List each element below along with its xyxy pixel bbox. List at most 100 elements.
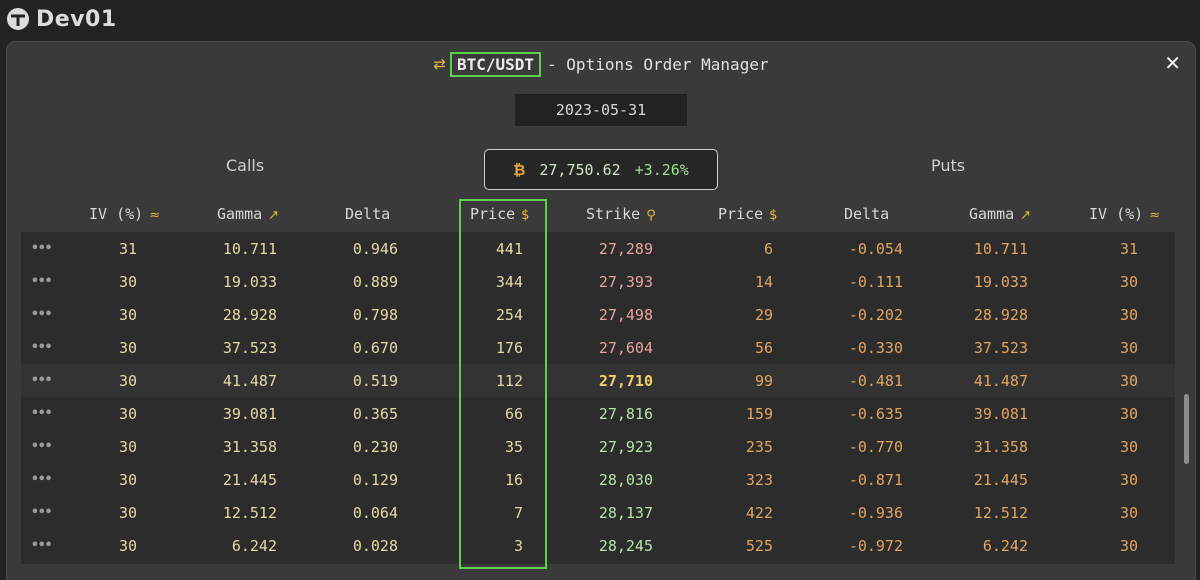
cell-call-gamma: 28.928 — [222, 306, 277, 324]
scrollbar-thumb[interactable] — [1184, 394, 1189, 464]
pair-selector[interactable]: BTC/USDT — [449, 51, 542, 77]
table-row[interactable]: ••• 30 41.487 0.519 112 27,710 99 -0.481 41.487 3… — [21, 364, 1175, 397]
cell-call-gamma: 12.512 — [222, 504, 277, 522]
table-row[interactable]: ••• 30 19.033 0.889 344 27,393 14 -0.111 19.033 3… — [21, 265, 1175, 298]
cell-call-price[interactable]: 176 — [496, 339, 523, 357]
trend-up-icon: ↗ — [1020, 208, 1032, 223]
cell-call-price[interactable]: 7 — [514, 504, 523, 522]
sort-wave-icon: ≈ — [149, 208, 161, 223]
cell-put-price[interactable]: 159 — [746, 405, 773, 423]
header-call-price[interactable]: Price $ — [470, 205, 529, 223]
table-header: IV (%) ≈ Gamma ↗ Delta Price $ Strike ⚲ Pric… — [21, 200, 1175, 230]
swap-arrows-icon[interactable]: ⇄ — [433, 55, 446, 73]
cell-call-delta: 0.670 — [352, 339, 398, 357]
cell-put-gamma: 41.487 — [973, 372, 1028, 390]
cell-strike: 28,030 — [598, 471, 653, 489]
cell-put-price[interactable]: 56 — [755, 339, 773, 357]
cell-call-price[interactable]: 66 — [505, 405, 523, 423]
header-put-delta[interactable]: Delta — [844, 205, 889, 223]
cell-call-price[interactable]: 344 — [496, 273, 523, 291]
cell-call-price[interactable]: 3 — [514, 537, 523, 555]
cell-put-delta: -0.770 — [848, 438, 903, 456]
table-row[interactable]: ••• 30 28.928 0.798 254 27,498 29 -0.202 28.928 3… — [21, 298, 1175, 331]
cell-call-price[interactable]: 112 — [496, 372, 523, 390]
header-call-delta[interactable]: Delta — [345, 205, 390, 223]
row-menu-icon[interactable]: ••• — [31, 241, 53, 256]
row-menu-icon[interactable]: ••• — [31, 406, 53, 421]
search-icon: ⚲ — [646, 208, 656, 223]
header-put-iv[interactable]: IV (%) ≈ — [1089, 205, 1160, 223]
cell-strike: 28,137 — [598, 504, 653, 522]
table-row[interactable]: ••• 31 10.711 0.946 441 27,289 6 -0.054 10.711 31 — [21, 232, 1175, 265]
header-call-iv[interactable]: IV (%) ≈ — [89, 205, 160, 223]
cell-put-iv: 30 — [1119, 339, 1138, 357]
close-icon[interactable]: ✕ — [1164, 52, 1181, 74]
table-row[interactable]: ••• 30 12.512 0.064 7 28,137 422 -0.936 12.512 30 — [21, 496, 1175, 529]
cell-call-gamma: 19.033 — [222, 273, 277, 291]
table-row[interactable]: ••• 30 6.242 0.028 3 28,245 525 -0.972 6.242 30 — [21, 529, 1175, 562]
cell-strike: 27,710 — [598, 372, 653, 390]
row-menu-icon[interactable]: ••• — [31, 307, 53, 322]
table-row[interactable]: ••• 30 39.081 0.365 66 27,816 159 -0.635 39.081 3… — [21, 397, 1175, 430]
cell-put-price[interactable]: 99 — [755, 372, 773, 390]
cell-put-price[interactable]: 29 — [755, 306, 773, 324]
row-menu-icon[interactable]: ••• — [31, 274, 53, 289]
cell-call-iv: 30 — [118, 504, 137, 522]
cell-put-delta: -0.635 — [848, 405, 903, 423]
row-menu-icon[interactable]: ••• — [31, 373, 53, 388]
cell-call-gamma: 41.487 — [222, 372, 277, 390]
window-title: ⇄ BTC/USDT - Options Order Manager — [7, 51, 1195, 77]
options-order-manager-window: ⇄ BTC/USDT - Options Order Manager ✕ 202… — [6, 41, 1196, 580]
cell-put-delta: -0.202 — [848, 306, 903, 324]
bitcoin-icon: ₿ — [513, 160, 526, 179]
cell-put-gamma: 39.081 — [973, 405, 1028, 423]
cell-put-iv: 30 — [1119, 537, 1138, 555]
cell-put-price[interactable]: 422 — [746, 504, 773, 522]
cell-call-delta: 0.889 — [352, 273, 398, 291]
cell-put-price[interactable]: 323 — [746, 471, 773, 489]
cell-put-iv: 30 — [1119, 438, 1138, 456]
cell-call-delta: 0.798 — [352, 306, 398, 324]
table-row[interactable]: ••• 30 21.445 0.129 16 28,030 323 -0.871 21.445 3… — [21, 463, 1175, 496]
cell-put-gamma: 10.711 — [973, 240, 1028, 258]
scrollbar[interactable] — [1183, 232, 1189, 564]
dollar-icon: $ — [521, 208, 530, 223]
cell-put-gamma: 19.033 — [973, 273, 1028, 291]
cell-call-gamma: 10.711 — [222, 240, 277, 258]
cell-put-price[interactable]: 235 — [746, 438, 773, 456]
cell-put-iv: 30 — [1119, 471, 1138, 489]
cell-call-gamma: 21.445 — [222, 471, 277, 489]
devo-logo-icon — [7, 8, 29, 30]
table-row[interactable]: ••• 30 37.523 0.670 176 27,604 56 -0.330 37.523 3… — [21, 331, 1175, 364]
calls-label: Calls — [226, 156, 265, 175]
row-menu-icon[interactable]: ••• — [31, 538, 53, 553]
header-strike[interactable]: Strike ⚲ — [586, 205, 656, 223]
row-menu-icon[interactable]: ••• — [31, 505, 53, 520]
row-menu-icon[interactable]: ••• — [31, 472, 53, 487]
cell-call-gamma: 6.242 — [231, 537, 277, 555]
cell-call-price[interactable]: 16 — [505, 471, 523, 489]
cell-call-price[interactable]: 254 — [496, 306, 523, 324]
cell-put-price[interactable]: 525 — [746, 537, 773, 555]
brand: Dev01 — [6, 4, 117, 34]
cell-call-gamma: 37.523 — [222, 339, 277, 357]
header-put-price[interactable]: Price $ — [718, 205, 777, 223]
cell-put-price[interactable]: 14 — [755, 273, 773, 291]
spot-change: +3.26% — [634, 160, 689, 179]
spot-price-box: ₿ 27,750.62 +3.26% — [484, 149, 718, 190]
row-menu-icon[interactable]: ••• — [31, 340, 53, 355]
row-menu-icon[interactable]: ••• — [31, 439, 53, 454]
cell-call-iv: 30 — [118, 372, 137, 390]
expiry-date-selector[interactable]: 2023-05-31 — [515, 94, 687, 126]
spot-price: 27,750.62 — [539, 160, 621, 179]
cell-put-gamma: 28.928 — [973, 306, 1028, 324]
cell-put-iv: 30 — [1119, 405, 1138, 423]
options-chain-table: ••• 31 10.711 0.946 441 27,289 6 -0.054 10.711 31… — [21, 232, 1175, 564]
header-call-gamma[interactable]: Gamma ↗ — [217, 205, 279, 223]
table-row[interactable]: ••• 30 31.358 0.230 35 27,923 235 -0.770 31.358 3… — [21, 430, 1175, 463]
cell-call-price[interactable]: 35 — [505, 438, 523, 456]
header-put-gamma[interactable]: Gamma ↗ — [969, 205, 1031, 223]
window-title-text: - Options Order Manager — [547, 54, 769, 74]
cell-call-price[interactable]: 441 — [496, 240, 523, 258]
cell-put-price[interactable]: 6 — [764, 240, 773, 258]
